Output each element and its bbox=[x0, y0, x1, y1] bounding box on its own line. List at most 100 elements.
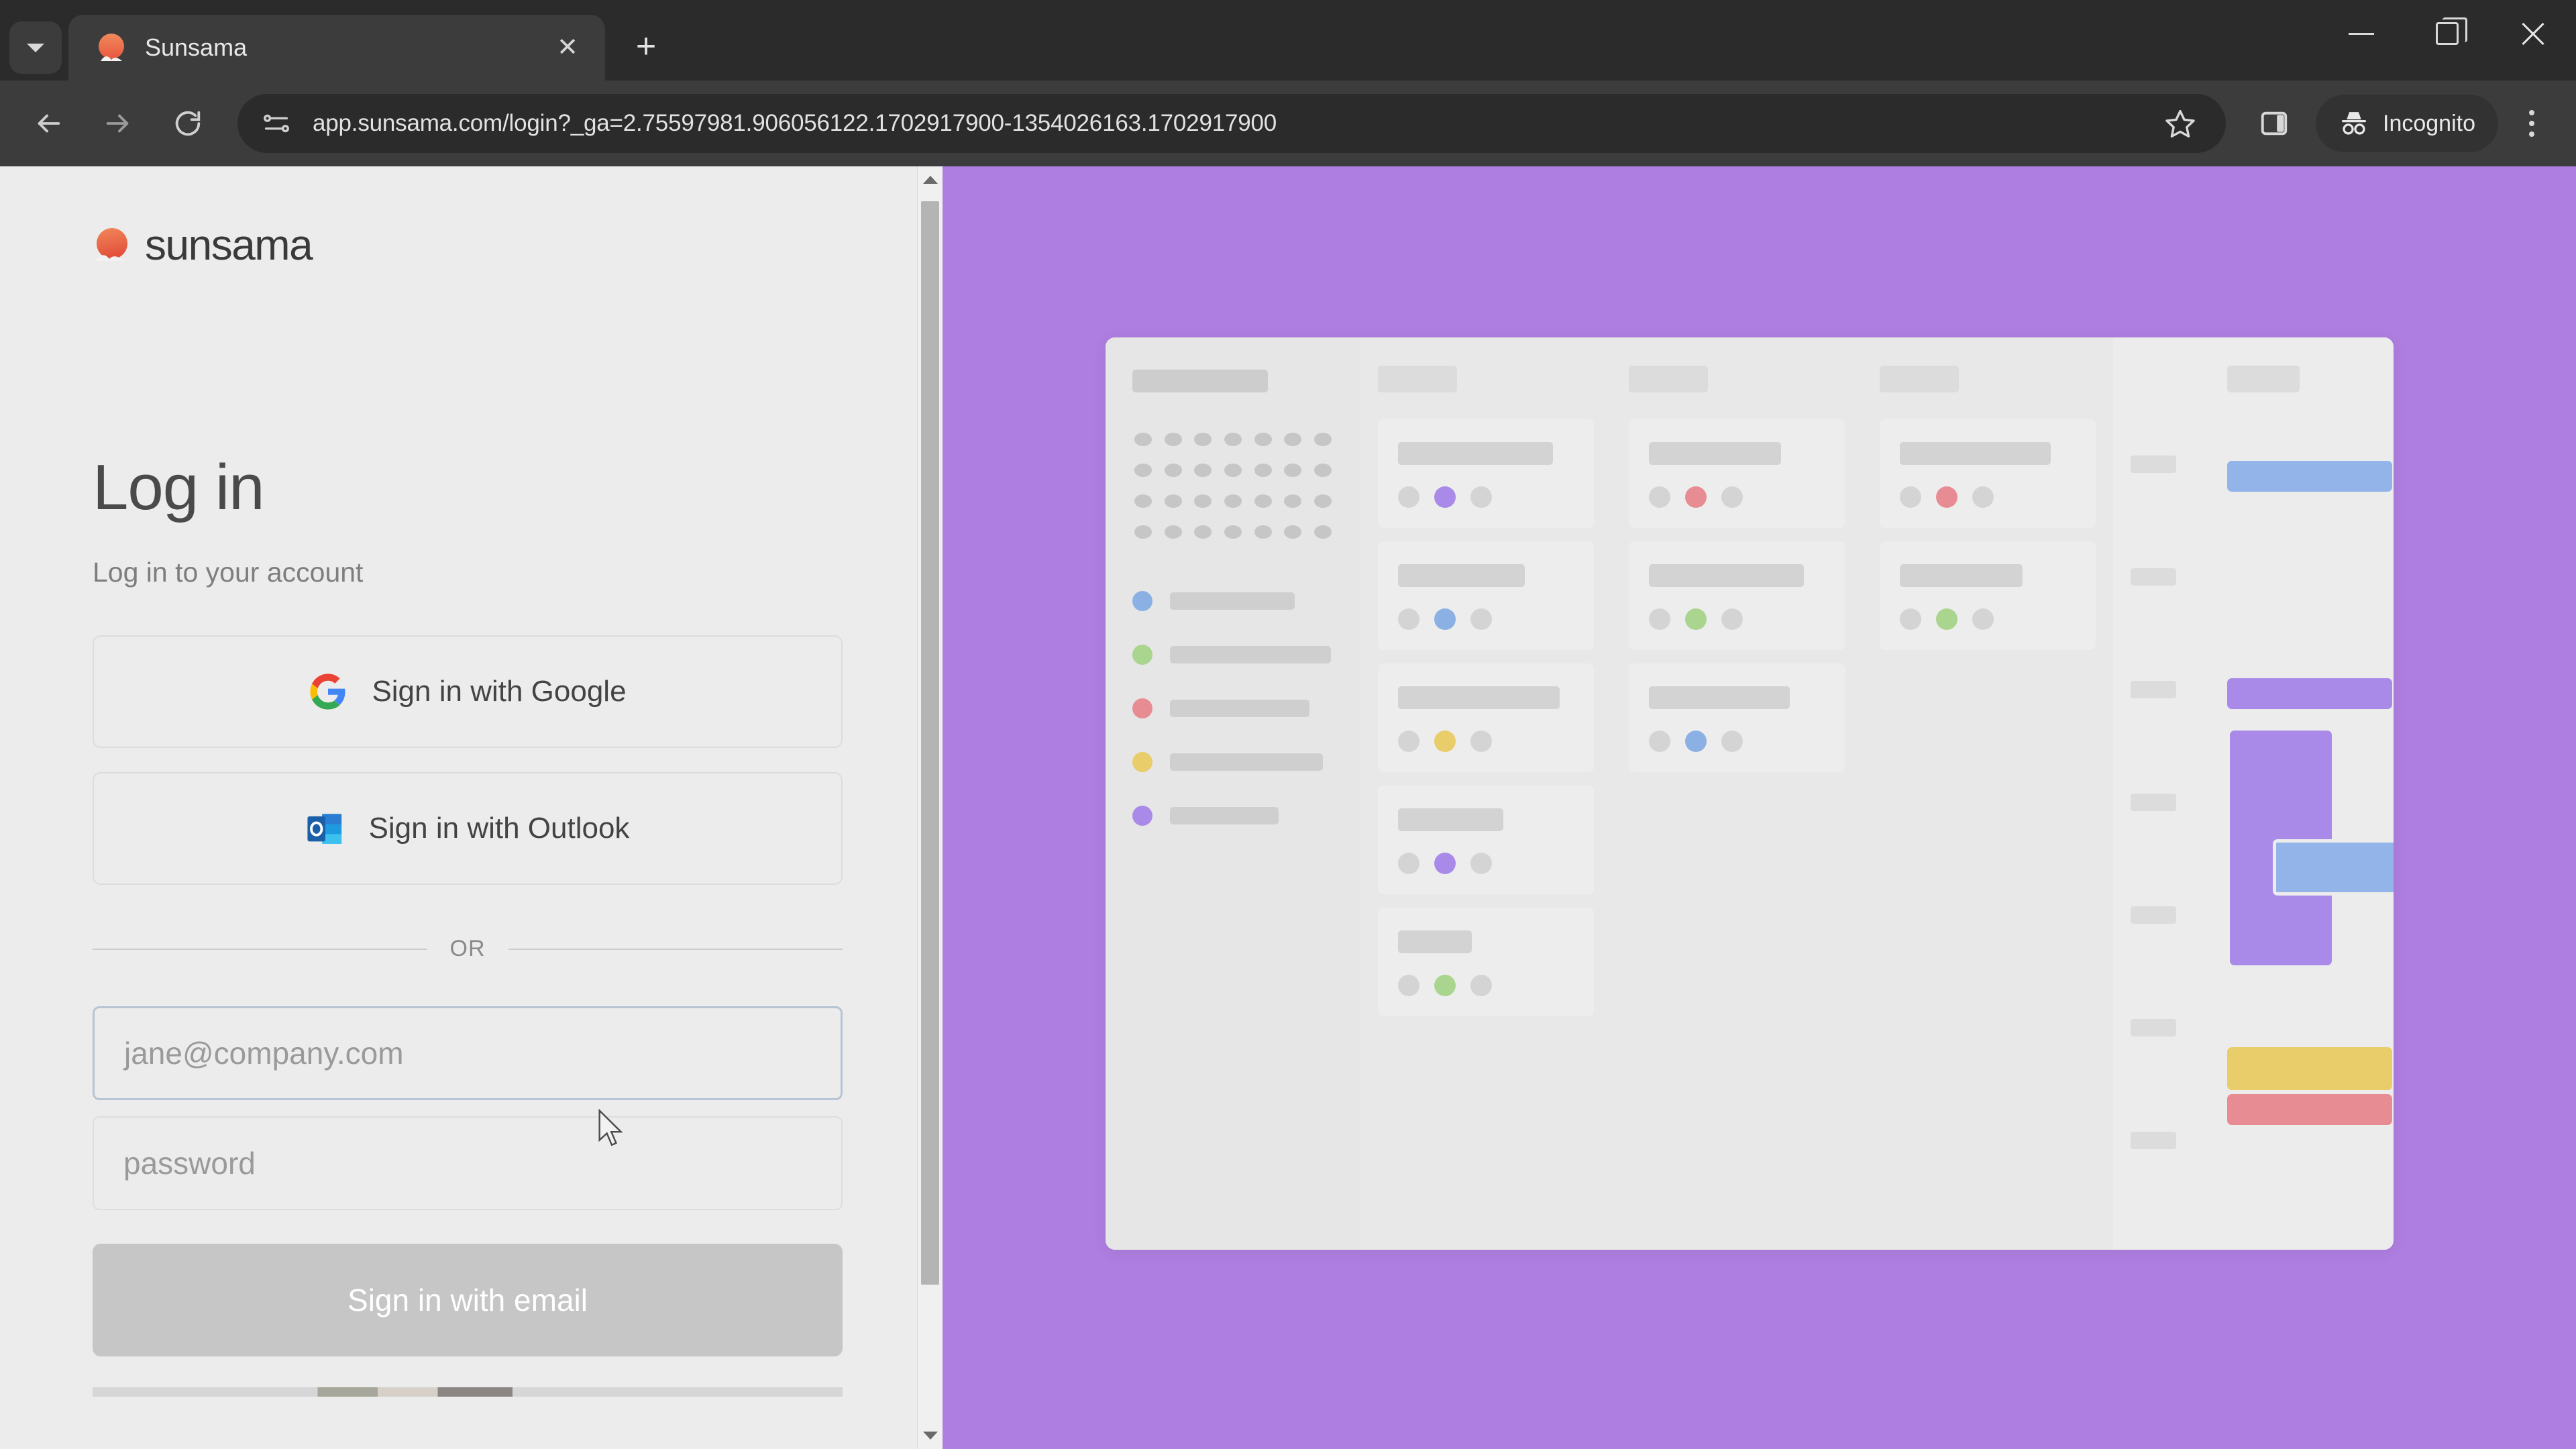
legend-label-placeholder bbox=[1170, 646, 1331, 663]
channel-legend-list bbox=[1132, 591, 1334, 826]
calendar-event-block[interactable] bbox=[2227, 678, 2392, 709]
calendar-day-dot bbox=[1164, 494, 1182, 508]
legend-row[interactable] bbox=[1132, 752, 1334, 772]
browser-toolbar: app.sunsama.com/login?_ga=2.75597981.906… bbox=[0, 80, 2576, 166]
calendar-body bbox=[2131, 415, 2394, 1207]
task-title-placeholder bbox=[1398, 930, 1472, 953]
task-card[interactable] bbox=[1378, 786, 1594, 894]
sidebar-title-placeholder bbox=[1132, 370, 1268, 392]
forward-button[interactable] bbox=[86, 91, 150, 156]
chevron-down-icon bbox=[27, 43, 44, 52]
legend-row[interactable] bbox=[1132, 645, 1334, 665]
scrollbar-thumb[interactable] bbox=[921, 201, 939, 1285]
task-title-placeholder bbox=[1398, 564, 1525, 587]
illustration-calendar-column bbox=[2113, 337, 2394, 1250]
task-card[interactable] bbox=[1378, 663, 1594, 772]
legend-label-placeholder bbox=[1170, 807, 1279, 824]
calendar-day-dot bbox=[1194, 464, 1212, 477]
divider-label: OR bbox=[449, 936, 486, 961]
sign-in-with-google-button[interactable]: Sign in with Google bbox=[93, 635, 843, 748]
task-channel-dot bbox=[1434, 731, 1456, 752]
restore-icon bbox=[2436, 17, 2467, 45]
maximize-button[interactable] bbox=[2404, 0, 2490, 67]
task-meta-dot bbox=[1721, 731, 1743, 752]
task-meta-dot bbox=[1900, 608, 1921, 630]
legend-label-placeholder bbox=[1170, 753, 1323, 771]
close-icon[interactable]: ✕ bbox=[549, 35, 586, 60]
calendar-time-label bbox=[2131, 906, 2176, 924]
task-title-placeholder bbox=[1398, 808, 1504, 831]
legend-label-placeholder bbox=[1170, 592, 1295, 610]
legend-label-placeholder bbox=[1170, 700, 1309, 717]
column-header-placeholder bbox=[1880, 366, 1959, 392]
sign-in-with-email-button[interactable]: Sign in with email bbox=[93, 1244, 843, 1356]
back-button[interactable] bbox=[16, 91, 80, 156]
legend-row[interactable] bbox=[1132, 806, 1334, 826]
calendar-day-dot bbox=[1194, 494, 1212, 508]
sunsama-favicon bbox=[95, 32, 127, 64]
calendar-day-dot bbox=[1284, 525, 1302, 539]
calendar-event-block[interactable] bbox=[2227, 1047, 2392, 1090]
browser-tab[interactable]: Sunsama ✕ bbox=[68, 15, 605, 80]
page-viewport: sunsama Log in Log in to your account Si… bbox=[0, 166, 2576, 1449]
scroll-down-button[interactable] bbox=[918, 1422, 943, 1449]
legend-row[interactable] bbox=[1132, 698, 1334, 718]
calendar-day-dot bbox=[1224, 464, 1242, 477]
arrow-right-icon bbox=[106, 114, 129, 133]
column-header-placeholder bbox=[1629, 366, 1708, 392]
site-settings-icon[interactable] bbox=[258, 105, 295, 142]
or-divider: OR bbox=[93, 936, 843, 962]
task-meta-dot bbox=[1649, 486, 1670, 508]
side-panel-icon[interactable] bbox=[2243, 93, 2305, 154]
scroll-up-button[interactable] bbox=[918, 166, 943, 193]
password-field[interactable]: password bbox=[93, 1116, 843, 1210]
legend-row[interactable] bbox=[1132, 591, 1334, 611]
incognito-indicator[interactable]: Incognito bbox=[2316, 95, 2498, 152]
task-card[interactable] bbox=[1629, 541, 1845, 650]
calendar-day-dot bbox=[1134, 494, 1152, 508]
close-window-button[interactable] bbox=[2490, 0, 2576, 67]
window-controls bbox=[2318, 0, 2576, 67]
calendar-day-dot bbox=[1134, 525, 1152, 539]
new-tab-button[interactable]: + bbox=[620, 20, 672, 72]
brand-name: sunsama bbox=[145, 221, 313, 269]
task-channel-dot bbox=[1685, 608, 1707, 630]
minimize-button[interactable] bbox=[2318, 0, 2404, 67]
task-card[interactable] bbox=[1378, 908, 1594, 1016]
task-card[interactable] bbox=[1629, 663, 1845, 772]
calendar-time-label bbox=[2131, 1132, 2176, 1149]
task-meta-dots bbox=[1398, 486, 1574, 508]
calendar-day-dot bbox=[1134, 433, 1152, 446]
task-card[interactable] bbox=[1629, 419, 1845, 528]
task-channel-dot bbox=[1936, 486, 1957, 508]
email-field[interactable]: jane@company.com bbox=[93, 1006, 843, 1100]
sign-in-with-outlook-button[interactable]: Sign in with Outlook bbox=[93, 772, 843, 885]
calendar-day-dot bbox=[1224, 494, 1242, 508]
task-title-placeholder bbox=[1649, 442, 1781, 465]
app-preview-illustration bbox=[1106, 337, 2394, 1250]
calendar-day-dot bbox=[1224, 433, 1242, 446]
task-card[interactable] bbox=[1378, 419, 1594, 528]
brand-logo: sunsama bbox=[93, 220, 943, 270]
task-title-placeholder bbox=[1649, 686, 1790, 709]
calendar-event-block[interactable] bbox=[2227, 461, 2392, 492]
calendar-header-placeholder bbox=[2227, 366, 2300, 392]
task-meta-dot bbox=[1470, 608, 1492, 630]
calendar-day-dot bbox=[1284, 464, 1302, 477]
task-card[interactable] bbox=[1378, 541, 1594, 650]
star-icon[interactable] bbox=[2149, 93, 2211, 154]
task-meta-dot bbox=[1470, 853, 1492, 874]
address-bar[interactable]: app.sunsama.com/login?_ga=2.75597981.906… bbox=[237, 94, 2226, 153]
calendar-time-label bbox=[2131, 568, 2176, 586]
page-scrollbar[interactable] bbox=[917, 166, 943, 1449]
calendar-event-block[interactable] bbox=[2273, 839, 2394, 896]
kebab-menu-icon[interactable] bbox=[2504, 93, 2560, 154]
login-pane: sunsama Log in Log in to your account Si… bbox=[0, 166, 943, 1449]
task-card[interactable] bbox=[1880, 419, 2096, 528]
tab-strip: Sunsama ✕ + bbox=[0, 0, 2576, 80]
task-card[interactable] bbox=[1880, 541, 2096, 650]
tab-search-button[interactable] bbox=[9, 21, 62, 74]
reload-button[interactable] bbox=[156, 91, 220, 156]
calendar-event-block[interactable] bbox=[2227, 1094, 2392, 1125]
legend-color-dot bbox=[1132, 698, 1152, 718]
